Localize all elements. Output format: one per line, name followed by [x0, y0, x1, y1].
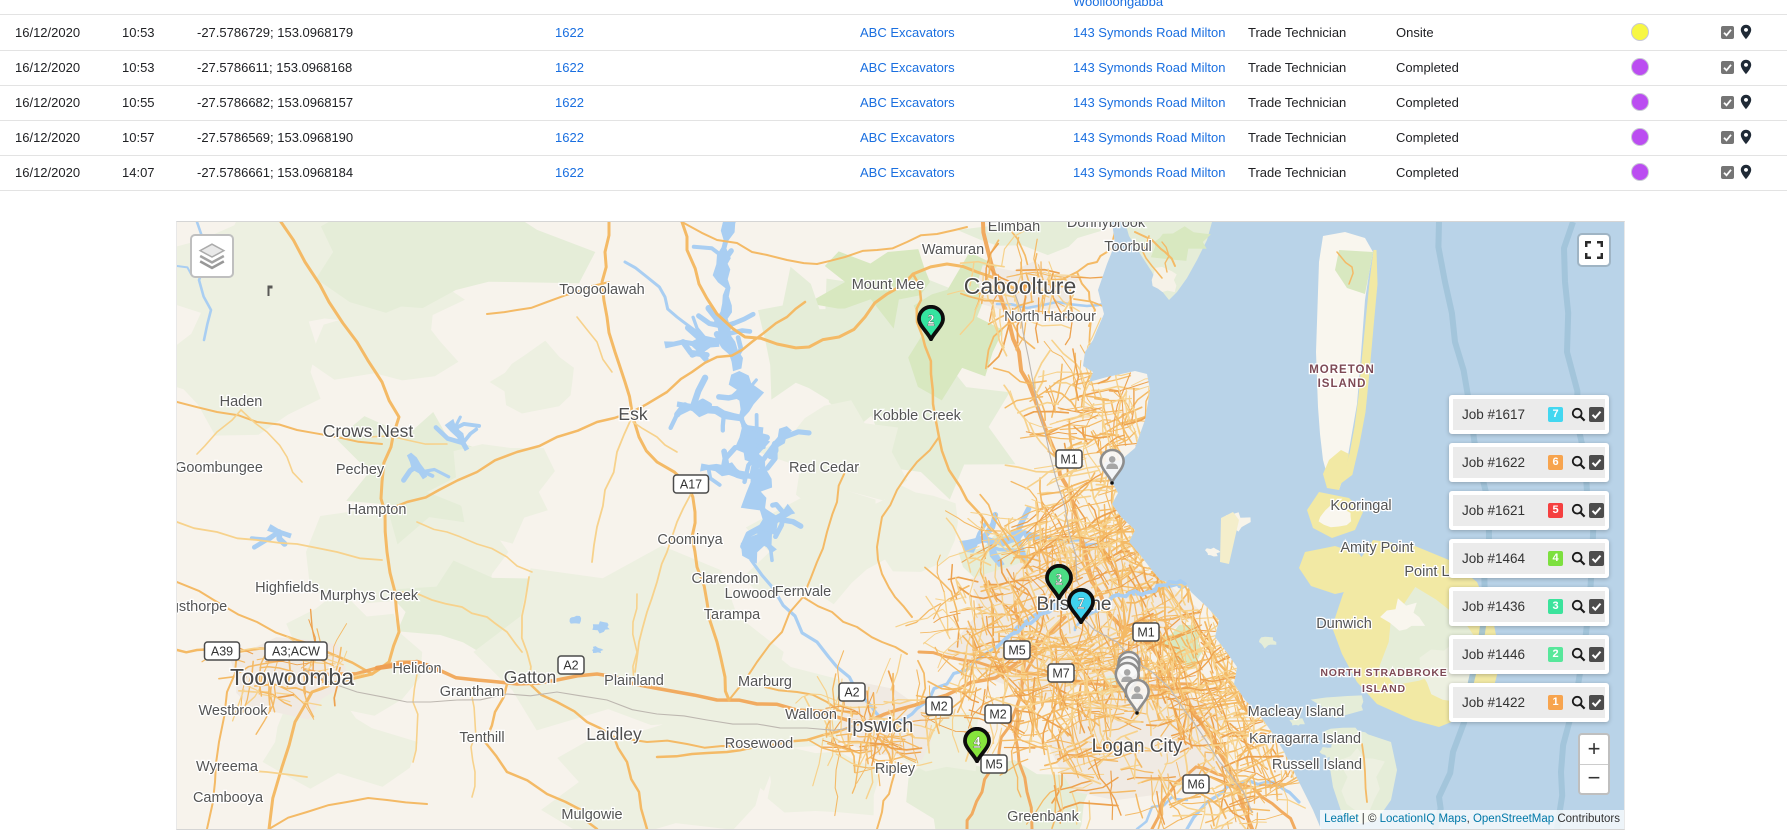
svg-text:M7: M7	[1052, 667, 1069, 681]
svg-text:Grantham: Grantham	[440, 684, 504, 700]
svg-text:MORETON: MORETON	[1309, 364, 1375, 376]
svg-text:4: 4	[974, 733, 981, 748]
svg-text:Westbrook: Westbrook	[198, 703, 268, 719]
svg-text:Helidon: Helidon	[392, 661, 441, 677]
svg-text:Russell Island: Russell Island	[1272, 757, 1362, 773]
svg-text:Red Cedar: Red Cedar	[789, 460, 859, 476]
svg-text:Wyreema: Wyreema	[196, 759, 259, 775]
svg-text:Fernvale: Fernvale	[775, 584, 831, 600]
svg-text:Cambooya: Cambooya	[193, 790, 264, 806]
svg-text:Mount Mee: Mount Mee	[852, 277, 925, 293]
svg-text:Crows Nest: Crows Nest	[323, 421, 414, 441]
svg-text:Caboolture: Caboolture	[964, 273, 1077, 299]
svg-text:ISLAND: ISLAND	[1362, 683, 1406, 695]
svg-text:Logan City: Logan City	[1092, 736, 1183, 757]
svg-text:Goombungee: Goombungee	[177, 460, 263, 476]
svg-text:Karragarra Island: Karragarra Island	[1249, 731, 1361, 747]
svg-text:A2: A2	[563, 659, 578, 673]
svg-text:Amity Point: Amity Point	[1340, 540, 1413, 556]
svg-text:Esk: Esk	[618, 404, 647, 424]
svg-text:Ipswich: Ipswich	[847, 715, 914, 737]
svg-text:3: 3	[1056, 570, 1063, 585]
svg-text:gsthorpe: gsthorpe	[177, 599, 227, 615]
svg-text:Greenbank: Greenbank	[1007, 809, 1079, 825]
svg-text:M1: M1	[1137, 626, 1154, 640]
svg-text:Macleay Island: Macleay Island	[1248, 704, 1345, 720]
svg-text:Kooringal: Kooringal	[1330, 498, 1391, 514]
svg-text:Highfields: Highfields	[255, 580, 319, 596]
svg-text:Elimbah: Elimbah	[988, 222, 1040, 235]
svg-text:Plainland: Plainland	[604, 673, 664, 689]
svg-text:M2: M2	[930, 700, 947, 714]
svg-text:Lowood: Lowood	[725, 586, 776, 602]
svg-text:Ripley: Ripley	[875, 761, 916, 777]
svg-text:Rosewood: Rosewood	[725, 736, 794, 752]
svg-text:Toogoolawah: Toogoolawah	[559, 282, 644, 298]
svg-text:Marburg: Marburg	[738, 674, 792, 690]
svg-text:Mulgowie: Mulgowie	[561, 807, 622, 823]
svg-text:Hampton: Hampton	[348, 502, 407, 518]
svg-text:Toowoomba: Toowoomba	[230, 664, 354, 690]
svg-text:M6: M6	[1187, 778, 1204, 792]
svg-text:M5: M5	[1008, 644, 1025, 658]
svg-text:Dunwich: Dunwich	[1316, 616, 1372, 632]
svg-text:Tenthill: Tenthill	[459, 730, 504, 746]
svg-text:North Harbour: North Harbour	[1004, 309, 1096, 325]
svg-text:7: 7	[1078, 594, 1085, 609]
svg-text:Walloon: Walloon	[785, 707, 837, 723]
svg-text:Wamuran: Wamuran	[922, 242, 984, 258]
svg-text:A3;ACW: A3;ACW	[272, 645, 320, 659]
svg-text:Haden: Haden	[220, 394, 263, 410]
svg-text:Toorbul: Toorbul	[1104, 239, 1152, 255]
svg-text:ISLAND: ISLAND	[1318, 378, 1367, 390]
svg-text:NORTH STRADBROKE: NORTH STRADBROKE	[1320, 667, 1447, 679]
svg-text:2: 2	[928, 311, 935, 326]
svg-text:M1: M1	[1060, 453, 1077, 467]
svg-text:Donnybrook: Donnybrook	[1067, 222, 1146, 231]
svg-text:Gatton: Gatton	[504, 667, 557, 687]
svg-text:A39: A39	[211, 645, 233, 659]
svg-text:M2: M2	[989, 708, 1006, 722]
svg-text:A17: A17	[680, 478, 702, 492]
svg-text:Clarendon: Clarendon	[692, 571, 759, 587]
svg-text:Laidley: Laidley	[586, 724, 642, 744]
svg-text:Kobble Creek: Kobble Creek	[873, 408, 962, 424]
svg-text:A2: A2	[844, 686, 859, 700]
svg-text:Tarampa: Tarampa	[704, 607, 761, 623]
svg-text:Pechey: Pechey	[336, 462, 385, 478]
svg-text:Murphys Creek: Murphys Creek	[320, 588, 419, 604]
svg-text:Coominya: Coominya	[657, 532, 723, 548]
